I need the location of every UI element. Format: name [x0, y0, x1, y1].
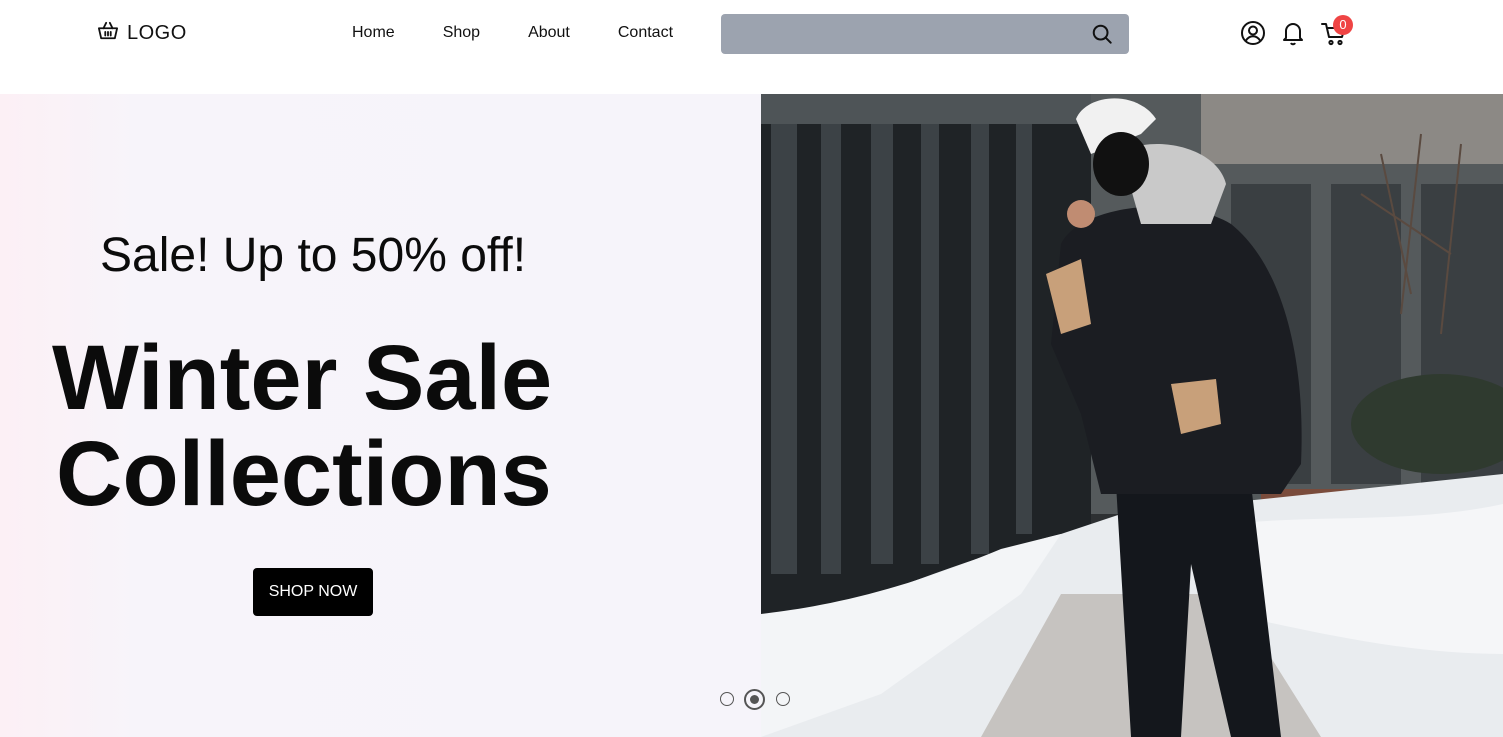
logo-text: LOGO — [127, 22, 187, 44]
search-input[interactable] — [721, 14, 1081, 54]
search-icon[interactable] — [1091, 23, 1113, 45]
nav-item-about[interactable]: About — [528, 24, 570, 42]
carousel-dot-1[interactable] — [720, 692, 734, 706]
site-header: LOGO Home Shop About Contact 0 — [0, 0, 1503, 94]
shop-now-button[interactable]: SHOP NOW — [253, 568, 373, 616]
logo[interactable]: LOGO — [97, 21, 187, 46]
carousel-dot-3[interactable] — [776, 692, 790, 706]
basket-icon — [97, 21, 119, 46]
hero-subtitle: Sale! Up to 50% off! — [100, 229, 527, 282]
nav-item-contact[interactable]: Contact — [618, 24, 673, 42]
hero-photo-illustration — [761, 94, 1503, 737]
hero-title-line1: Winter Sale — [52, 327, 553, 429]
carousel-dot-2-active[interactable] — [744, 689, 765, 710]
hero-title-line2: Collections — [56, 423, 552, 525]
search-bar — [721, 14, 1129, 54]
hero-image — [761, 94, 1503, 737]
hero-title: Winter Sale Collections — [52, 330, 612, 522]
main-nav: Home Shop About Contact — [352, 24, 673, 42]
bell-icon[interactable] — [1281, 20, 1307, 46]
nav-item-shop[interactable]: Shop — [443, 24, 480, 42]
hero-banner: Sale! Up to 50% off! Winter Sale Collect… — [0, 94, 1503, 737]
nav-item-home[interactable]: Home — [352, 24, 395, 42]
cart-count-badge: 0 — [1333, 15, 1353, 35]
user-icon[interactable] — [1240, 20, 1266, 46]
hero-text-panel: Sale! Up to 50% off! Winter Sale Collect… — [0, 94, 761, 737]
